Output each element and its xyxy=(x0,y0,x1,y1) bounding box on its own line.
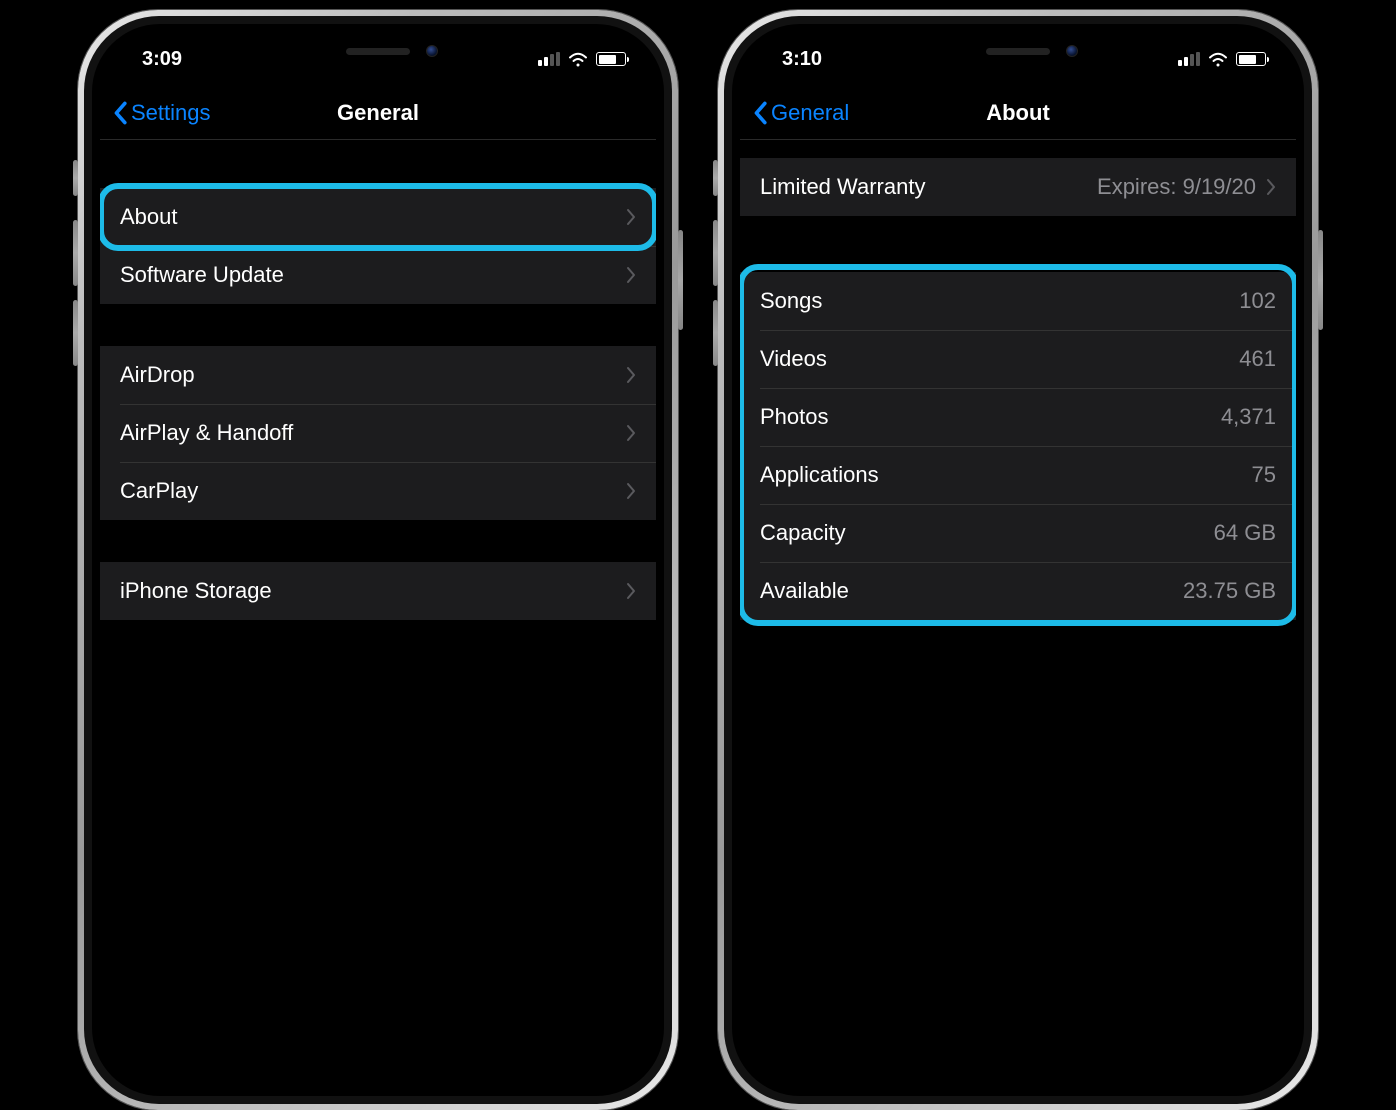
row-about[interactable]: About xyxy=(100,188,656,246)
silence-switch[interactable] xyxy=(713,160,718,196)
row-label: AirDrop xyxy=(120,362,195,388)
chevron-right-icon xyxy=(626,424,636,442)
cellular-signal-icon xyxy=(538,52,560,66)
row-capacity: Capacity 64 GB xyxy=(740,504,1296,562)
row-label: Capacity xyxy=(760,520,846,546)
row-applications: Applications 75 xyxy=(740,446,1296,504)
battery-icon xyxy=(1236,52,1266,66)
row-available: Available 23.75 GB xyxy=(740,562,1296,620)
row-label: CarPlay xyxy=(120,478,198,504)
row-value: 102 xyxy=(1239,288,1276,314)
notch xyxy=(258,32,498,70)
row-carplay[interactable]: CarPlay xyxy=(100,462,656,520)
back-label: Settings xyxy=(131,100,211,126)
chevron-left-icon xyxy=(752,101,768,125)
row-iphone-storage[interactable]: iPhone Storage xyxy=(100,562,656,620)
row-limited-warranty[interactable]: Limited Warranty Expires: 9/19/20 xyxy=(740,158,1296,216)
row-label: iPhone Storage xyxy=(120,578,272,604)
notch xyxy=(898,32,1138,70)
row-software-update[interactable]: Software Update xyxy=(100,246,656,304)
row-value: 461 xyxy=(1239,346,1276,372)
phone-left: 3:09 Settings General xyxy=(78,10,678,1110)
chevron-right-icon xyxy=(626,366,636,384)
phone-right: 3:10 General About xyxy=(718,10,1318,1110)
volume-up-button[interactable] xyxy=(73,220,78,286)
row-value: Expires: 9/19/20 xyxy=(1097,174,1256,200)
back-label: General xyxy=(771,100,849,126)
row-videos: Videos 461 xyxy=(740,330,1296,388)
chevron-right-icon xyxy=(626,482,636,500)
nav-bar: General About xyxy=(740,86,1296,140)
front-camera xyxy=(1066,45,1078,57)
page-title: About xyxy=(986,100,1050,126)
row-label: About xyxy=(120,204,178,230)
nav-bar: Settings General xyxy=(100,86,656,140)
row-airdrop[interactable]: AirDrop xyxy=(100,346,656,404)
row-label: Available xyxy=(760,578,849,604)
status-time: 3:09 xyxy=(130,48,182,71)
row-label: AirPlay & Handoff xyxy=(120,420,293,446)
wifi-icon xyxy=(1208,51,1228,67)
speaker-grille xyxy=(986,48,1050,55)
back-button[interactable]: General xyxy=(752,100,849,126)
chevron-right-icon xyxy=(626,208,636,226)
chevron-right-icon xyxy=(626,582,636,600)
volume-up-button[interactable] xyxy=(713,220,718,286)
chevron-right-icon xyxy=(626,266,636,284)
row-value: 23.75 GB xyxy=(1183,578,1276,604)
status-time: 3:10 xyxy=(770,48,822,71)
row-value: 64 GB xyxy=(1214,520,1276,546)
cellular-signal-icon xyxy=(1178,52,1200,66)
row-value: 4,371 xyxy=(1221,404,1276,430)
row-label: Applications xyxy=(760,462,879,488)
wifi-icon xyxy=(568,51,588,67)
row-photos: Photos 4,371 xyxy=(740,388,1296,446)
volume-down-button[interactable] xyxy=(73,300,78,366)
row-label: Songs xyxy=(760,288,822,314)
row-label: Software Update xyxy=(120,262,284,288)
speaker-grille xyxy=(346,48,410,55)
row-songs: Songs 102 xyxy=(740,272,1296,330)
row-airplay-handoff[interactable]: AirPlay & Handoff xyxy=(100,404,656,462)
silence-switch[interactable] xyxy=(73,160,78,196)
row-label: Photos xyxy=(760,404,829,430)
row-label: Limited Warranty xyxy=(760,174,925,200)
power-button[interactable] xyxy=(678,230,683,330)
power-button[interactable] xyxy=(1318,230,1323,330)
battery-icon xyxy=(596,52,626,66)
chevron-right-icon xyxy=(1266,178,1276,196)
chevron-left-icon xyxy=(112,101,128,125)
back-button[interactable]: Settings xyxy=(112,100,211,126)
row-value: 75 xyxy=(1252,462,1276,488)
front-camera xyxy=(426,45,438,57)
page-title: General xyxy=(337,100,419,126)
row-label: Videos xyxy=(760,346,827,372)
volume-down-button[interactable] xyxy=(713,300,718,366)
